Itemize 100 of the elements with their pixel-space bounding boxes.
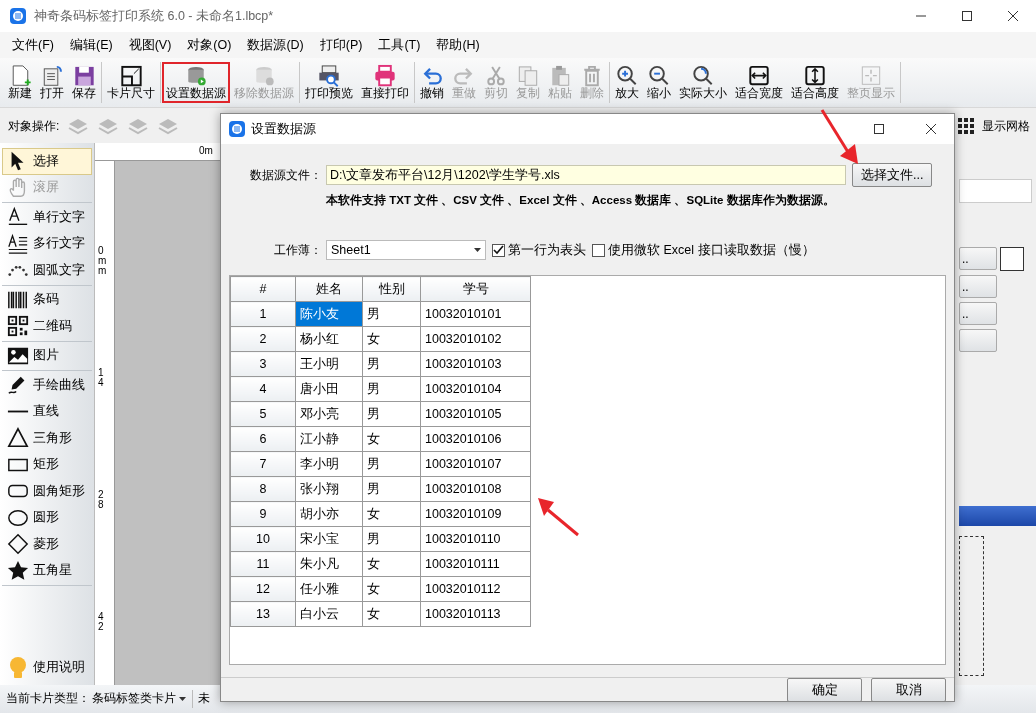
tool-palette-item[interactable]: 二维码 [2,313,92,340]
column-header[interactable]: 学号 [420,276,531,302]
tool-palette-item[interactable]: 五角星 [2,557,92,584]
row-header[interactable]: 1 [230,301,296,327]
card-type-dropdown[interactable]: 条码标签类卡片 [92,690,193,708]
row-header[interactable]: 5 [230,401,296,427]
tool-palette-item[interactable]: 图片 [2,342,92,369]
toolbar-button[interactable]: 缩小 [643,62,675,103]
tool-palette-item[interactable]: 直线 [2,398,92,425]
menu-item[interactable]: 视图(V) [120,35,180,55]
table-cell: 女 [362,501,421,527]
panel-button[interactable]: .. [959,302,997,325]
table-cell: 女 [362,576,421,602]
choose-file-button[interactable]: 选择文件... [852,163,932,187]
tool-palette-item[interactable]: 三角形 [2,425,92,452]
toolbar-button[interactable]: 设置数据源 [162,62,230,103]
light-bulb-icon [7,655,29,680]
table-cell: 女 [362,426,421,452]
file-path-field[interactable]: D:\文章发布平台\12月\1202\学生学号.xls [326,165,846,185]
toolbar-button[interactable]: 实际大小 [675,62,731,103]
table-cell: 男 [362,476,421,502]
menu-item[interactable]: 打印(P) [311,35,371,55]
row-header[interactable]: 10 [230,526,296,552]
fit-width-icon [747,64,771,88]
table-cell: 张小翔 [295,476,363,502]
dropdown-field[interactable] [959,179,1032,203]
toolbar-button[interactable]: 直接打印 [357,62,413,103]
row-header[interactable]: 9 [230,501,296,527]
row-header[interactable]: 3 [230,351,296,377]
full-page-icon [859,64,883,88]
toolbar-button[interactable]: 适合高度 [787,62,843,103]
menu-item[interactable]: 文件(F) [4,35,62,55]
tool-palette-item[interactable]: 单行文字 [2,204,92,231]
checkbox[interactable] [492,243,505,257]
table-cell: 男 [362,526,421,552]
toolbar-button[interactable]: 放大 [611,62,643,103]
menu-item[interactable]: 工具(T) [370,35,429,55]
tool-palette-item[interactable]: 圆形 [2,504,92,531]
fit-height-icon [803,64,827,88]
row-header[interactable]: 4 [230,376,296,402]
row-header[interactable]: 2 [230,326,296,352]
toolbar-button[interactable]: 适合宽度 [731,62,787,103]
tool-palette-item[interactable]: 圆角矩形 [2,478,92,505]
dialog-button[interactable]: 确定 [787,678,862,703]
table-cell: 女 [362,601,421,627]
table-cell: 江小静 [295,426,363,452]
triangle-icon [7,427,29,450]
tool-palette-item[interactable]: 圆弧文字 [2,257,92,284]
object-ops-label: 对象操作: [8,117,60,135]
table-cell: 10032010108 [420,476,531,502]
row-header[interactable]: 11 [230,551,296,577]
menu-item[interactable]: 数据源(D) [239,35,312,55]
dialog-button[interactable]: 取消 [871,678,946,703]
panel-button[interactable]: .. [959,275,997,298]
menu-item[interactable]: 对象(O) [179,35,240,55]
column-header[interactable]: 性别 [362,276,421,302]
row-header[interactable]: 8 [230,476,296,502]
menu-item[interactable]: 编辑(E) [61,35,121,55]
workbook-select[interactable]: Sheet1 [326,240,486,261]
row-header[interactable]: 13 [230,601,296,627]
copy-icon [516,64,540,88]
tool-palette-item[interactable]: 手绘曲线 [2,372,92,399]
toolbar-button[interactable]: 保存 [68,62,100,103]
field-label: 工作薄： [273,242,322,260]
tool-palette-item[interactable]: 选择 [2,148,92,175]
tool-palette-item[interactable]: 菱形 [2,531,92,558]
qr-code-icon [7,315,29,338]
row-header[interactable]: 12 [230,576,296,602]
row-header[interactable]: 7 [230,451,296,477]
ruler-label: 28 [98,490,105,510]
help-button[interactable]: 使用说明 [2,654,92,681]
table-cell: 10032010102 [420,326,531,352]
tool-palette-item[interactable]: 多行文字 [2,230,92,257]
row-header[interactable]: 6 [230,426,296,452]
table-cell: 10032010112 [420,576,531,602]
column-header[interactable]: # [230,276,296,302]
menu-item[interactable]: 帮助(H) [428,35,488,55]
toolbar-button[interactable]: 卡片尺寸 [103,62,159,103]
select-value: Sheet1 [331,241,371,259]
table-cell: 女 [362,551,421,577]
column-header[interactable]: 姓名 [295,276,363,302]
field-label: 数据源文件： [249,167,322,184]
color-swatch[interactable] [1000,247,1024,271]
grid-toggle-label[interactable]: 显示网格 [982,116,1030,135]
caret-icon [474,248,481,253]
table-cell: 王小明 [295,351,363,377]
table-cell: 邓小亮 [295,401,363,427]
toolbar-button[interactable]: 打印预览 [301,62,357,103]
grid-icon[interactable] [958,117,974,134]
toolbar-button[interactable]: 新建 [4,62,36,103]
table-cell: 朱小凡 [295,551,363,577]
table-cell: 胡小亦 [295,501,363,527]
checkbox[interactable] [592,243,605,257]
tool-palette-item[interactable]: 矩形 [2,451,92,478]
toolbar-button[interactable]: 打开 [36,62,68,103]
toolbar-button[interactable]: 撤销 [416,62,448,103]
diamond-icon [7,533,29,556]
panel-button[interactable]: .. [959,247,997,270]
line-icon [7,410,29,414]
tool-palette-item[interactable]: 条码 [2,286,92,313]
